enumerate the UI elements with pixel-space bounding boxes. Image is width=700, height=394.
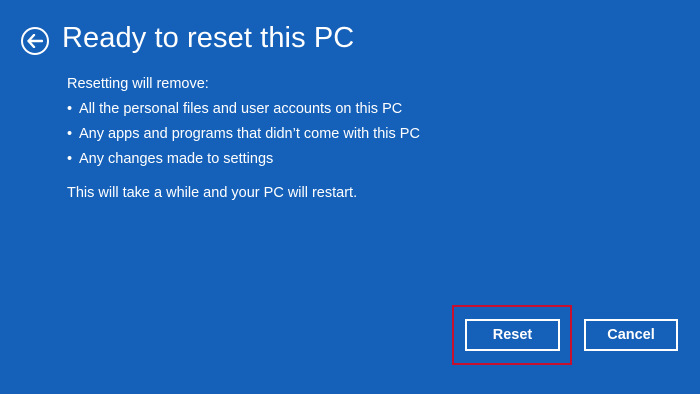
bullet: • xyxy=(67,126,73,142)
page-title: Ready to reset this PC xyxy=(62,22,355,54)
back-arrow-icon xyxy=(27,34,43,48)
list-item: • Any apps and programs that didn’t come… xyxy=(67,122,420,147)
bullet: • xyxy=(67,151,73,167)
intro-text: Resetting will remove: xyxy=(67,76,209,92)
back-button[interactable] xyxy=(21,27,49,55)
restart-note: This will take a while and your PC will … xyxy=(67,185,358,201)
reset-info: Resetting will remove: • All the persona… xyxy=(67,72,420,206)
list-item: • All the personal files and user accoun… xyxy=(67,97,420,122)
list-item: • Any changes made to settings xyxy=(67,147,420,172)
list-item-text: All the personal files and user accounts… xyxy=(79,101,403,117)
removal-list: • All the personal files and user accoun… xyxy=(67,97,420,172)
list-item-text: Any apps and programs that didn’t come w… xyxy=(79,126,420,142)
reset-button[interactable]: Reset xyxy=(465,319,560,351)
cancel-button[interactable]: Cancel xyxy=(584,319,678,351)
list-item-text: Any changes made to settings xyxy=(79,151,274,167)
bullet: • xyxy=(67,101,73,117)
